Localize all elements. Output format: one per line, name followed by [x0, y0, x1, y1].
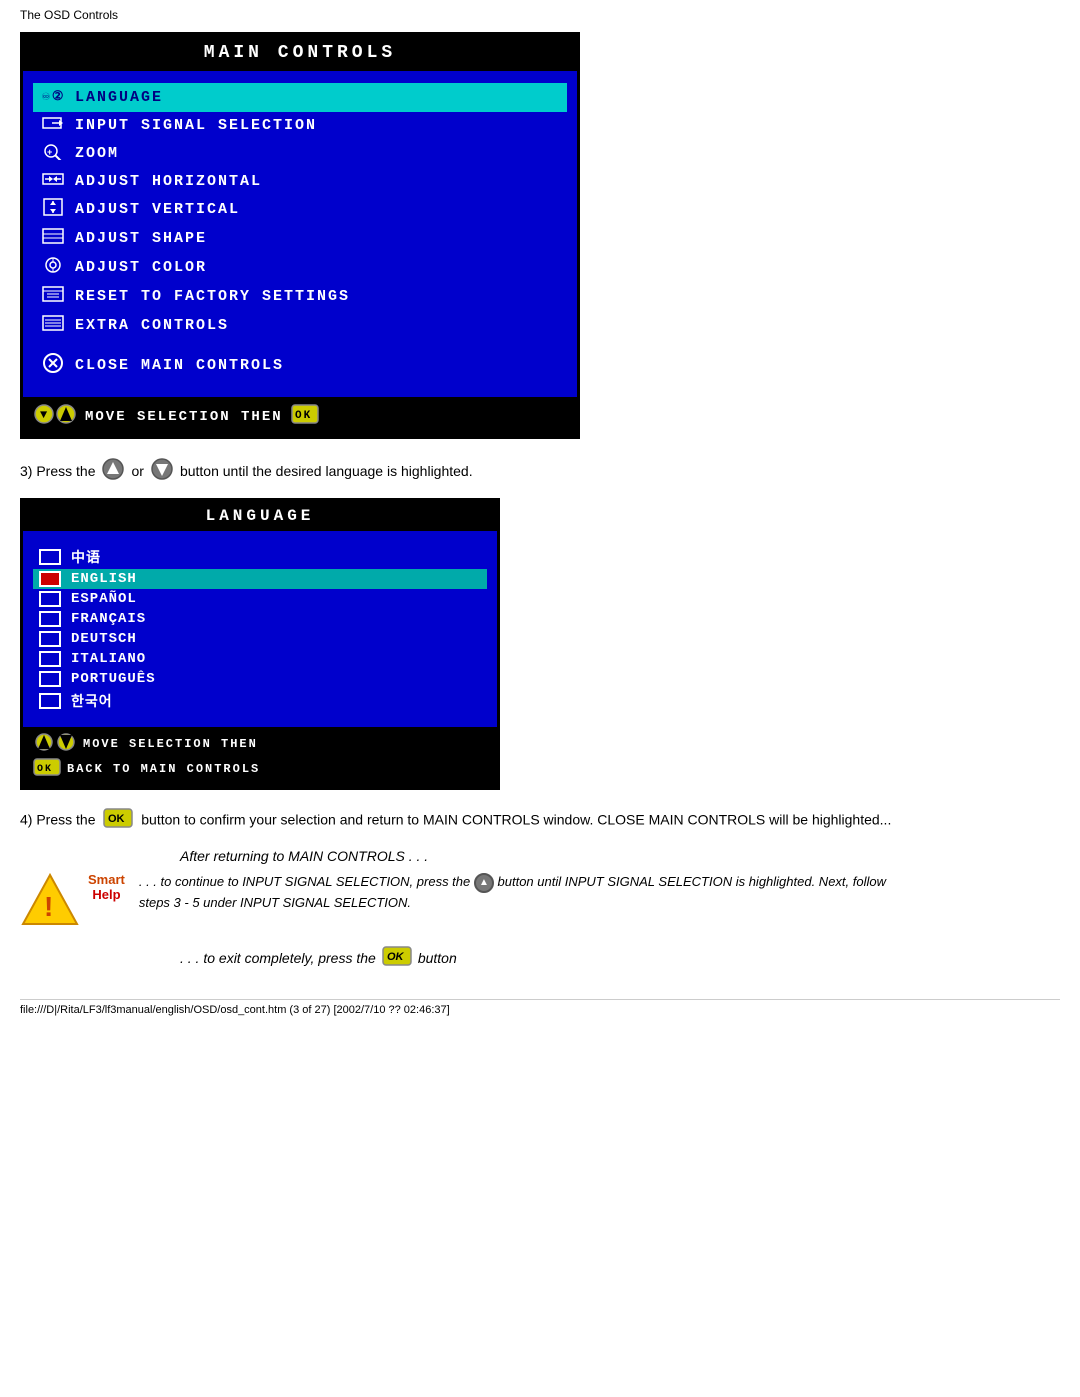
- svg-text:OK: OK: [295, 410, 312, 422]
- main-controls-body: ♾② LANGUAGE INPUT SIGNAL SELECTION + ZOO…: [23, 71, 577, 397]
- exit-para: . . . to exit completely, press the OK b…: [180, 946, 1060, 969]
- lang-item-english[interactable]: ENGLISH: [33, 569, 487, 589]
- svg-text:OK: OK: [108, 813, 125, 825]
- lang-footer-text1: MOVE SELECTION THEN: [83, 737, 258, 751]
- reset-label: RESET TO FACTORY SETTINGS: [75, 288, 350, 305]
- svg-text:+: +: [47, 148, 54, 158]
- reset-icon: [39, 285, 67, 308]
- italian-icon: [39, 651, 61, 667]
- instruction-4: 4) Press the OK button to confirm your s…: [20, 808, 920, 834]
- language-panel: LANGUAGE 中语 ENGLISH ESPAÑOL FRANÇAIS DEU…: [20, 498, 500, 790]
- menu-item-reset[interactable]: RESET TO FACTORY SETTINGS: [33, 282, 567, 311]
- page-title: The OSD Controls: [20, 8, 1060, 22]
- svg-text:♾②: ♾②: [42, 89, 64, 104]
- down-arrow-button: [150, 457, 174, 484]
- smart-help-section: ! Smart Help . . . to continue to INPUT …: [20, 872, 920, 930]
- smart-help-content: . . . to continue to INPUT SIGNAL SELECT…: [139, 872, 920, 914]
- french-icon: [39, 611, 61, 627]
- smart-help-label: Smart Help: [88, 872, 125, 902]
- lang-item-spanish[interactable]: ESPAÑOL: [33, 589, 487, 609]
- warning-icon: !: [20, 872, 80, 930]
- menu-item-extra[interactable]: EXTRA CONTROLS: [33, 311, 567, 340]
- help-text: Help: [92, 887, 120, 902]
- chinese-icon: [39, 549, 61, 565]
- smart-text: Smart: [88, 872, 125, 887]
- main-controls-footer: ▼ MOVE SELECTION THEN OK: [23, 397, 577, 436]
- lang-item-italian[interactable]: ITALIANO: [33, 649, 487, 669]
- close-label: CLOSE MAIN CONTROLS: [75, 357, 284, 374]
- korean-label: 한국어: [71, 691, 113, 711]
- language-label: LANGUAGE: [75, 89, 163, 106]
- lang-item-portuguese[interactable]: PORTUGUÊS: [33, 669, 487, 689]
- lang-ok-icon: OK: [33, 758, 61, 780]
- portuguese-icon: [39, 671, 61, 687]
- menu-item-input[interactable]: INPUT SIGNAL SELECTION: [33, 112, 567, 139]
- lang-item-german[interactable]: DEUTSCH: [33, 629, 487, 649]
- spanish-label: ESPAÑOL: [71, 591, 137, 607]
- menu-item-color[interactable]: ADJUST COLOR: [33, 253, 567, 282]
- svg-text:!: !: [44, 891, 53, 922]
- shape-icon: [39, 227, 67, 250]
- lang-footer-text2: BACK TO MAIN CONTROLS: [67, 762, 260, 776]
- svg-text:▼: ▼: [40, 408, 49, 422]
- nav-icons: ▼: [33, 403, 77, 430]
- instruction-3: 3) Press the or button until the desired…: [20, 457, 1060, 484]
- portuguese-label: PORTUGUÊS: [71, 671, 156, 687]
- menu-item-zoom[interactable]: + ZOOM: [33, 139, 567, 168]
- zoom-label: ZOOM: [75, 145, 119, 162]
- svg-text:OK: OK: [387, 951, 405, 963]
- french-label: FRANÇAIS: [71, 611, 146, 627]
- menu-item-horizontal[interactable]: ADJUST HORIZONTAL: [33, 168, 567, 195]
- menu-item-shape[interactable]: ADJUST SHAPE: [33, 224, 567, 253]
- vertical-icon: [39, 198, 67, 221]
- input-label: INPUT SIGNAL SELECTION: [75, 117, 317, 134]
- lang-item-chinese[interactable]: 中语: [33, 545, 487, 569]
- extra-label: EXTRA CONTROLS: [75, 317, 229, 334]
- horizontal-icon: [39, 171, 67, 192]
- language-header: LANGUAGE: [23, 501, 497, 531]
- zoom-icon: +: [39, 142, 67, 165]
- menu-item-language[interactable]: ♾② LANGUAGE: [33, 83, 567, 112]
- main-controls-header: MAIN CONTROLS: [23, 35, 577, 71]
- lang-nav-icons: [33, 732, 77, 756]
- vertical-label: ADJUST VERTICAL: [75, 201, 240, 218]
- lang-item-french[interactable]: FRANÇAIS: [33, 609, 487, 629]
- up-arrow-inline: ▲: [474, 873, 494, 893]
- svg-text:OK: OK: [37, 764, 53, 775]
- footer-text: MOVE SELECTION THEN: [85, 409, 283, 425]
- language-icon: ♾②: [39, 86, 67, 109]
- close-main-controls[interactable]: CLOSE MAIN CONTROLS: [33, 346, 567, 385]
- english-label: ENGLISH: [71, 571, 137, 587]
- after-returning-text: After returning to MAIN CONTROLS . . .: [180, 848, 1060, 864]
- extra-icon: [39, 314, 67, 337]
- horizontal-label: ADJUST HORIZONTAL: [75, 173, 262, 190]
- german-label: DEUTSCH: [71, 631, 137, 647]
- page-footer: file:///D|/Rita/LF3/lf3manual/english/OS…: [20, 999, 1060, 1016]
- up-arrow-button: [101, 457, 125, 484]
- ok-exit-button: OK: [382, 946, 412, 969]
- italian-label: ITALIANO: [71, 651, 146, 667]
- ok-button-inline: OK: [103, 808, 133, 834]
- lang-item-korean[interactable]: 한국어: [33, 689, 487, 713]
- language-body: 中语 ENGLISH ESPAÑOL FRANÇAIS DEUTSCH ITAL…: [23, 531, 497, 727]
- color-icon: [39, 256, 67, 279]
- chinese-label: 中语: [71, 547, 101, 567]
- ok-button: OK: [291, 404, 319, 429]
- korean-icon: [39, 693, 61, 709]
- main-controls-panel: MAIN CONTROLS ♾② LANGUAGE INPUT SIGNAL S…: [20, 32, 580, 439]
- language-footer: MOVE SELECTION THEN OK BACK TO MAIN CONT…: [23, 727, 497, 787]
- english-icon: [39, 571, 61, 587]
- menu-item-vertical[interactable]: ADJUST VERTICAL: [33, 195, 567, 224]
- spanish-icon: [39, 591, 61, 607]
- shape-label: ADJUST SHAPE: [75, 230, 207, 247]
- close-icon: [39, 352, 67, 379]
- input-icon: [39, 115, 67, 136]
- color-label: ADJUST COLOR: [75, 259, 207, 276]
- german-icon: [39, 631, 61, 647]
